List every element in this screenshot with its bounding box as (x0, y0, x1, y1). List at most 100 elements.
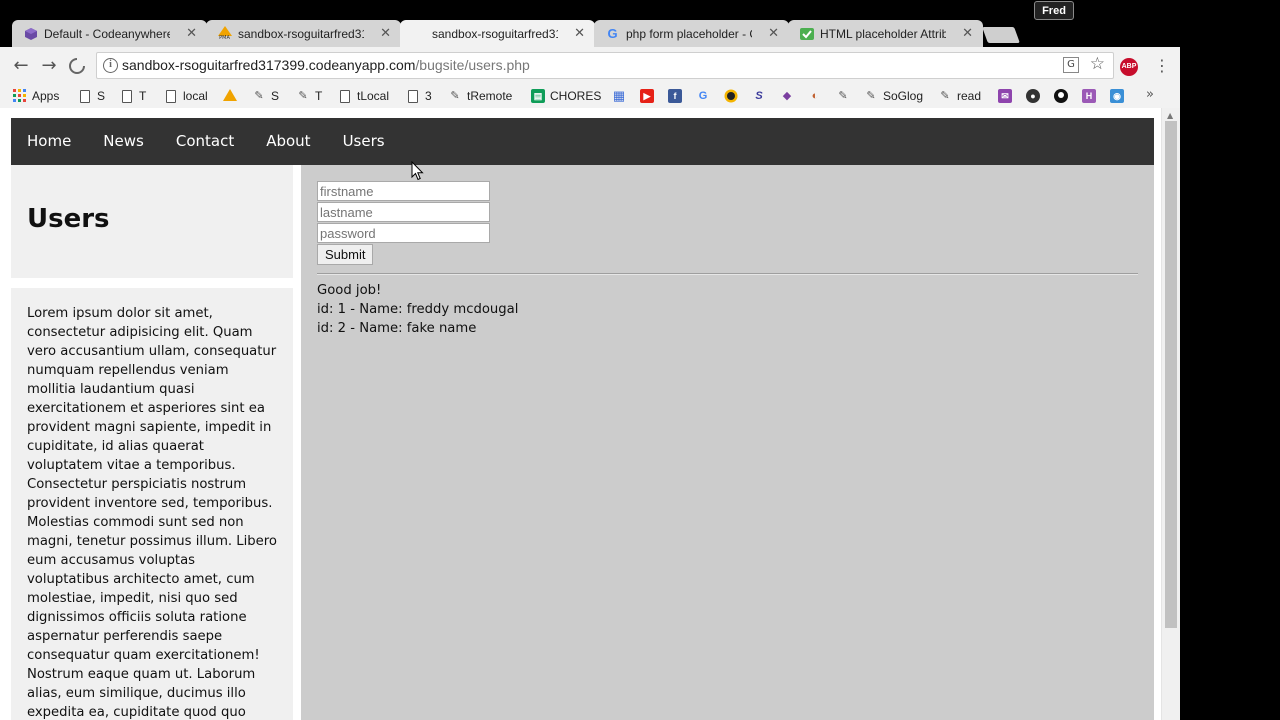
remote-icon: ✎ (838, 90, 848, 102)
close-icon[interactable]: ✕ (574, 26, 585, 41)
tab-title: php form placeholder - G (626, 26, 752, 41)
bookmark-camera[interactable]: ◉ (1110, 87, 1129, 105)
bookmark-h[interactable]: H (1082, 87, 1101, 105)
new-tab-button[interactable] (982, 27, 1020, 43)
mouse-cursor-icon (411, 161, 424, 181)
forward-icon[interactable]: → (38, 55, 60, 77)
bookmark-twitch[interactable]: ✉ (998, 87, 1017, 105)
bookmark-label: CHORES (550, 89, 602, 103)
bookmark-soglog[interactable]: ✎ SoGlog (864, 87, 923, 105)
translate-icon[interactable]: G (1063, 57, 1079, 73)
browser-window: Default - Codeanywhere ✕ PMA sandbox-rso… (0, 0, 1180, 720)
bookmark-label: local (183, 89, 208, 103)
url-path: /bugsite/users.php (415, 57, 530, 73)
loading-icon[interactable] (66, 55, 88, 77)
address-url: sandbox-rsoguitarfred317399.codeanyapp.c… (122, 57, 530, 73)
bookmark-read[interactable]: ✎ read (938, 87, 981, 105)
google-icon: G (698, 90, 708, 102)
scroll-up-icon[interactable]: ▲ (1167, 111, 1173, 120)
nav-news[interactable]: News (87, 118, 160, 165)
scrollbar[interactable]: ▲ (1161, 108, 1180, 720)
bookmark-tremote[interactable]: ✎ tRemote (448, 87, 512, 105)
bookmark-3[interactable]: 3 (408, 87, 432, 105)
bookmark-s[interactable]: S (80, 87, 105, 105)
close-icon[interactable]: ✕ (962, 26, 973, 41)
codeanywhere-icon (23, 26, 38, 41)
profile-button[interactable]: Fred (1034, 1, 1074, 20)
tab-google-search[interactable]: G php form placeholder - G ✕ (594, 20, 789, 47)
info-icon[interactable]: i (103, 58, 118, 73)
password-input[interactable] (317, 223, 490, 243)
remote-icon: ✎ (298, 90, 308, 102)
bookmark-s-logo[interactable]: S (752, 87, 771, 105)
bookmark-badge[interactable]: ● (1026, 87, 1045, 105)
close-icon[interactable]: ✕ (186, 26, 197, 41)
bookmark-chores[interactable]: ▤ CHORES (531, 87, 601, 105)
chevron-right-icon[interactable]: » (1146, 87, 1154, 102)
bookmark-youtube[interactable]: ▶ (640, 87, 659, 105)
bookmark-github[interactable] (1054, 87, 1073, 105)
nav-home[interactable]: Home (11, 118, 87, 165)
sidebar-content: Lorem ipsum dolor sit amet, consectetur … (11, 288, 293, 720)
bookmark-apps[interactable]: Apps (13, 87, 59, 105)
close-icon[interactable]: ✕ (380, 26, 391, 41)
adblock-icon[interactable]: ABP (1120, 58, 1138, 76)
bookmark-circle[interactable] (724, 87, 743, 105)
bookmark-local[interactable]: local (166, 87, 208, 105)
nav-contact[interactable]: Contact (160, 118, 250, 165)
firstname-input[interactable] (317, 181, 490, 201)
back-icon[interactable]: ← (10, 55, 32, 77)
page-icon (166, 89, 176, 103)
circle-icon (724, 89, 738, 103)
pma-icon-text: PMA (219, 35, 230, 41)
bookmark-label: tRemote (467, 89, 513, 103)
menu-icon[interactable]: ⋮ (1154, 56, 1170, 75)
s-icon: S (755, 90, 763, 102)
lastname-input[interactable] (317, 202, 490, 222)
apps-grid-icon (13, 89, 27, 103)
google-icon: G (607, 26, 618, 41)
sheets-icon: ▤ (531, 89, 545, 103)
bookmark-label: read (957, 89, 982, 103)
page-icon (408, 89, 418, 103)
bookmark-label: S (97, 89, 106, 103)
tab-title: sandbox-rsoguitarfred31 (432, 26, 558, 41)
tab-codeanywhere[interactable]: Default - Codeanywhere ✕ (12, 20, 207, 47)
bookmark-remote-t[interactable]: ✎ T (296, 87, 322, 105)
half-circle-icon: ◐ (811, 90, 819, 102)
address-bar[interactable]: i sandbox-rsoguitarfred317399.codeanyapp… (96, 52, 1114, 79)
submit-button[interactable]: Submit (317, 244, 374, 265)
bookmark-remote-s[interactable]: ✎ S (252, 87, 279, 105)
pma-icon (223, 89, 237, 103)
h-icon: H (1082, 89, 1096, 103)
w3schools-icon (799, 26, 814, 41)
bookmark-google[interactable]: G (696, 87, 715, 105)
star-icon[interactable]: ☆ (1090, 54, 1105, 74)
bookmark-diamond[interactable]: ◆ (780, 87, 799, 105)
bookmark-label: Apps (32, 89, 60, 103)
bookmark-pma[interactable] (223, 87, 242, 105)
bookmark-remote[interactable]: ✎ (836, 87, 855, 105)
bookmark-t[interactable]: T (122, 87, 146, 105)
scrollbar-thumb[interactable] (1165, 121, 1177, 628)
bookmark-half-circle[interactable]: ◐ (808, 87, 827, 105)
tab-title: HTML placeholder Attrib (820, 26, 946, 41)
bookmark-label: S (271, 89, 280, 103)
pma-icon: PMA (217, 26, 232, 41)
divider (317, 273, 1138, 275)
bookmarks-bar: Apps S T local ✎ S ✎ T tLocal 3 ✎ tRemote ▤… (0, 84, 1180, 108)
nav-about[interactable]: About (250, 118, 326, 165)
bookmark-grid[interactable]: ▦ (612, 87, 631, 105)
facebook-icon: f (668, 89, 682, 103)
sidebar-header: Users (11, 165, 293, 278)
site-nav: Home News Contact About Users (11, 118, 1154, 165)
bookmark-tlocal[interactable]: tLocal (340, 87, 389, 105)
nav-users[interactable]: Users (327, 118, 401, 165)
browser-toolbar: ← → i sandbox-rsoguitarfred317399.codean… (0, 47, 1180, 84)
bookmark-label: 3 (425, 89, 432, 103)
close-icon[interactable]: ✕ (768, 26, 779, 41)
tab-active-users[interactable]: sandbox-rsoguitarfred31 ✕ (400, 20, 595, 47)
bookmark-facebook[interactable]: f (668, 87, 687, 105)
tab-pma[interactable]: PMA sandbox-rsoguitarfred31 ✕ (206, 20, 401, 47)
tab-w3schools[interactable]: HTML placeholder Attrib ✕ (788, 20, 983, 47)
